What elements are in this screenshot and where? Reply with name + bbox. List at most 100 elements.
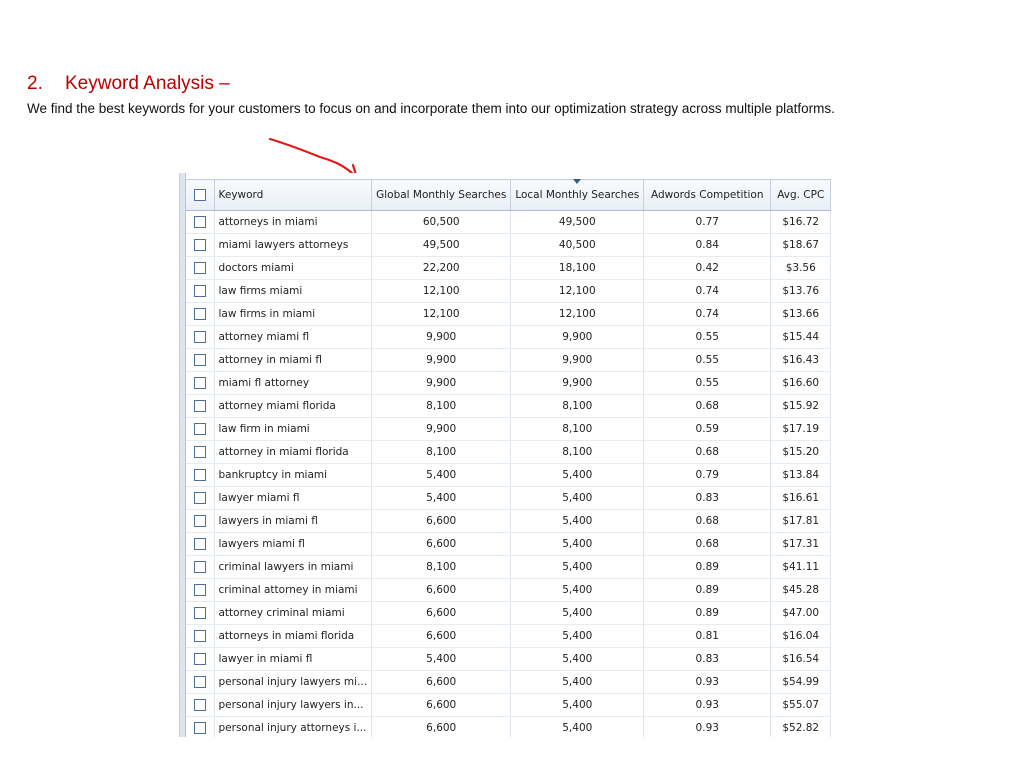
competition-cell: 0.74 (643, 279, 772, 303)
table-row[interactable]: attorney miami fl 9,900 9,900 0.55 $15.44 (186, 325, 832, 349)
row-checkbox[interactable] (193, 308, 206, 320)
row-checkbox[interactable] (193, 423, 206, 435)
table-row[interactable]: doctors miami 22,200 18,100 0.42 $3.56 (186, 256, 832, 280)
row-checkbox-cell (186, 601, 215, 625)
row-checkbox-cell (186, 670, 215, 694)
table-row[interactable]: personal injury lawyers in... 6,600 5,400 0… (186, 693, 832, 717)
row-checkbox[interactable] (193, 561, 206, 573)
local-searches-cell: 5,400 (510, 624, 645, 648)
column-header-avg-cpc[interactable]: Avg. CPC (770, 179, 832, 211)
column-header-local-monthly-searches[interactable]: Local Monthly Searches (510, 179, 645, 211)
local-searches-cell: 8,100 (510, 440, 645, 464)
table-row[interactable]: attorney in miami fl 9,900 9,900 0.55 $16.43 (186, 348, 832, 372)
row-checkbox[interactable] (193, 239, 206, 251)
keyword-cell: attorney miami fl (214, 325, 373, 349)
row-checkbox[interactable] (193, 492, 206, 504)
row-checkbox[interactable] (193, 676, 206, 688)
table-row[interactable]: attorneys in miami 60,500 49,500 0.77 $16.72 (186, 210, 832, 234)
row-checkbox-cell (186, 394, 215, 418)
row-checkbox[interactable] (193, 446, 206, 458)
competition-cell: 0.93 (643, 716, 772, 737)
avg-cpc-cell: $3.56 (770, 256, 832, 280)
sort-descending-icon (573, 179, 582, 184)
keyword-cell: bankruptcy in miami (214, 463, 373, 487)
table-row[interactable]: lawyer in miami fl 5,400 5,400 0.83 $16.54 (186, 647, 832, 671)
row-checkbox[interactable] (193, 607, 206, 619)
table-row[interactable]: lawyer miami fl 5,400 5,400 0.83 $16.61 (186, 486, 832, 510)
table-row[interactable]: miami fl attorney 9,900 9,900 0.55 $16.60 (186, 371, 832, 395)
avg-cpc-cell: $18.67 (770, 233, 832, 257)
competition-cell: 0.68 (643, 440, 772, 464)
table-row[interactable]: bankruptcy in miami 5,400 5,400 0.79 $13.84 (186, 463, 832, 487)
avg-cpc-cell: $41.11 (770, 555, 832, 579)
local-searches-cell: 49,500 (510, 210, 645, 234)
competition-cell: 0.55 (643, 371, 772, 395)
table-row[interactable]: miami lawyers attorneys 49,500 40,500 0.84 $… (186, 233, 832, 257)
row-checkbox[interactable] (193, 584, 206, 596)
keyword-cell: personal injury lawyers mi... (214, 670, 373, 694)
global-searches-cell: 6,600 (371, 716, 512, 737)
competition-cell: 0.89 (643, 555, 772, 579)
row-checkbox-cell (186, 486, 215, 510)
row-checkbox[interactable] (193, 354, 206, 366)
avg-cpc-cell: $16.04 (770, 624, 832, 648)
local-searches-cell: 8,100 (510, 394, 645, 418)
row-checkbox[interactable] (193, 285, 206, 297)
avg-cpc-cell: $16.54 (770, 647, 832, 671)
table-body: attorneys in miami 60,500 49,500 0.77 $16.72… (186, 210, 832, 737)
table-row[interactable]: criminal attorney in miami 6,600 5,400 0.89… (186, 578, 832, 602)
table-row[interactable]: law firms in miami 12,100 12,100 0.74 $13.66 (186, 302, 832, 326)
table-row[interactable]: personal injury lawyers mi... 6,600 5,400 0… (186, 670, 832, 694)
local-searches-cell: 5,400 (510, 693, 645, 717)
global-searches-cell: 9,900 (371, 417, 512, 441)
table-row[interactable]: criminal lawyers in miami 8,100 5,400 0.89 $… (186, 555, 832, 579)
row-checkbox[interactable] (193, 653, 206, 665)
row-checkbox-cell (186, 716, 215, 737)
row-checkbox[interactable] (193, 331, 206, 343)
table-row[interactable]: attorney criminal miami 6,600 5,400 0.89 $47… (186, 601, 832, 625)
local-searches-cell: 9,900 (510, 371, 645, 395)
column-header-global-monthly-searches[interactable]: Global Monthly Searches (371, 179, 512, 211)
local-searches-cell: 9,900 (510, 325, 645, 349)
local-searches-cell: 12,100 (510, 302, 645, 326)
keyword-cell: criminal attorney in miami (214, 578, 373, 602)
avg-cpc-cell: $16.61 (770, 486, 832, 510)
column-header-adwords-competition[interactable]: Adwords Competition (643, 179, 772, 211)
local-searches-cell: 8,100 (510, 417, 645, 441)
row-checkbox[interactable] (193, 515, 206, 527)
table-row[interactable]: attorney in miami florida 8,100 8,100 0.68 $… (186, 440, 832, 464)
row-checkbox-cell (186, 578, 215, 602)
table-row[interactable]: law firm in miami 9,900 8,100 0.59 $17.19 (186, 417, 832, 441)
row-checkbox-cell (186, 440, 215, 464)
row-checkbox[interactable] (193, 377, 206, 389)
row-checkbox[interactable] (193, 699, 206, 711)
row-checkbox[interactable] (193, 538, 206, 550)
row-checkbox[interactable] (193, 400, 206, 412)
table-row[interactable]: law firms miami 12,100 12,100 0.74 $13.76 (186, 279, 832, 303)
table-row[interactable]: attorneys in miami florida 6,600 5,400 0.81… (186, 624, 832, 648)
avg-cpc-cell: $16.60 (770, 371, 832, 395)
row-checkbox[interactable] (193, 630, 206, 642)
row-checkbox[interactable] (193, 722, 206, 734)
local-searches-cell: 18,100 (510, 256, 645, 280)
competition-cell: 0.68 (643, 394, 772, 418)
avg-cpc-cell: $54.99 (770, 670, 832, 694)
row-checkbox-cell (186, 693, 215, 717)
table-row[interactable]: lawyers in miami fl 6,600 5,400 0.68 $17.81 (186, 509, 832, 533)
table-row[interactable]: attorney miami florida 8,100 8,100 0.68 $15.… (186, 394, 832, 418)
keyword-cell: law firms miami (214, 279, 373, 303)
competition-cell: 0.68 (643, 532, 772, 556)
table-row[interactable]: lawyers miami fl 6,600 5,400 0.68 $17.31 (186, 532, 832, 556)
column-header-keyword[interactable]: Keyword (214, 179, 373, 211)
row-checkbox[interactable] (193, 262, 206, 274)
table-row[interactable]: personal injury attorneys i... 6,600 5,400… (186, 716, 832, 737)
avg-cpc-cell: $13.76 (770, 279, 832, 303)
row-checkbox[interactable] (193, 216, 206, 228)
local-searches-cell: 5,400 (510, 647, 645, 671)
competition-cell: 0.89 (643, 601, 772, 625)
global-searches-cell: 8,100 (371, 394, 512, 418)
select-all-checkbox[interactable] (193, 189, 206, 201)
global-searches-cell: 12,100 (371, 302, 512, 326)
row-checkbox[interactable] (193, 469, 206, 481)
competition-cell: 0.83 (643, 486, 772, 510)
